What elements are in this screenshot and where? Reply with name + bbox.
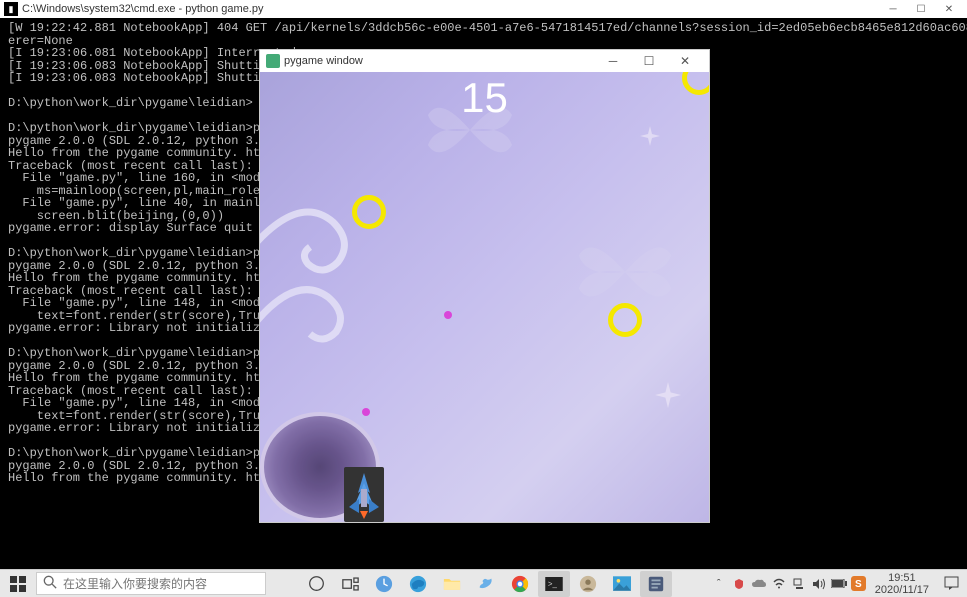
cmd-close-button[interactable]: ✕ bbox=[935, 1, 963, 17]
clock-date: 2020/11/17 bbox=[875, 584, 929, 596]
svg-text:>_: >_ bbox=[548, 579, 558, 588]
pygame-max-button[interactable]: ☐ bbox=[631, 50, 667, 72]
search-icon bbox=[43, 575, 57, 592]
taskbar-clock[interactable]: 19:51 2020/11/17 bbox=[871, 572, 933, 596]
star-deco bbox=[655, 382, 681, 413]
bullet bbox=[362, 408, 370, 416]
enemy-circle bbox=[352, 195, 386, 229]
task-view-icon[interactable] bbox=[334, 571, 366, 597]
cmd-taskbar-icon[interactable]: >_ bbox=[538, 571, 570, 597]
pygame-title: pygame window bbox=[284, 55, 595, 67]
bird-app-icon[interactable] bbox=[470, 571, 502, 597]
system-tray: ˆ S 19:51 2020/11/17 bbox=[705, 570, 967, 597]
star-deco bbox=[640, 126, 660, 151]
game-score: 15 bbox=[461, 74, 508, 122]
cmd-title: C:\Windows\system32\cmd.exe - python gam… bbox=[22, 3, 879, 15]
tray-volume-icon[interactable] bbox=[811, 576, 827, 592]
cmd-icon: ▮ bbox=[4, 2, 18, 16]
start-button[interactable] bbox=[0, 570, 36, 597]
tray-network-icon[interactable] bbox=[791, 576, 807, 592]
clock-time: 19:51 bbox=[875, 572, 929, 584]
tray-chevron-icon[interactable]: ˆ bbox=[711, 576, 727, 592]
pygame-canvas[interactable]: 15 bbox=[260, 72, 709, 522]
tray-battery-icon[interactable] bbox=[831, 576, 847, 592]
search-input[interactable] bbox=[63, 577, 259, 591]
pygame-min-button[interactable]: ─ bbox=[595, 50, 631, 72]
taskbar: >_ ˆ S 19:51 2020/11/17 bbox=[0, 569, 967, 597]
taskbar-search[interactable] bbox=[36, 572, 266, 595]
svg-text:S: S bbox=[855, 579, 862, 590]
tray-security-icon[interactable] bbox=[731, 576, 747, 592]
player-ship bbox=[344, 467, 384, 522]
notification-center-icon[interactable] bbox=[941, 574, 961, 594]
tray-wifi-icon[interactable] bbox=[771, 576, 787, 592]
explorer-icon[interactable] bbox=[436, 571, 468, 597]
bullet bbox=[444, 311, 452, 319]
cmd-max-button[interactable]: ☐ bbox=[907, 1, 935, 17]
cmd-window-controls: ─ ☐ ✕ bbox=[879, 1, 963, 17]
cmd-min-button[interactable]: ─ bbox=[879, 1, 907, 17]
pygame-close-button[interactable]: ✕ bbox=[667, 50, 703, 72]
clock-app-icon[interactable] bbox=[368, 571, 400, 597]
photos-icon[interactable] bbox=[606, 571, 638, 597]
pygame-window-controls: ─ ☐ ✕ bbox=[595, 50, 703, 72]
editor-app-icon[interactable] bbox=[640, 571, 672, 597]
pygame-titlebar[interactable]: pygame window ─ ☐ ✕ bbox=[260, 50, 709, 72]
windows-icon bbox=[10, 576, 26, 592]
enemy-circle bbox=[608, 303, 642, 337]
user-app-icon[interactable] bbox=[572, 571, 604, 597]
cortana-icon[interactable] bbox=[300, 571, 332, 597]
edge-icon[interactable] bbox=[402, 571, 434, 597]
tray-onedrive-icon[interactable] bbox=[751, 576, 767, 592]
pygame-window: pygame window ─ ☐ ✕ 15 bbox=[259, 49, 710, 523]
taskbar-apps: >_ bbox=[296, 570, 676, 597]
enemy-circle bbox=[682, 72, 709, 95]
pygame-icon bbox=[266, 54, 280, 68]
chrome-icon[interactable] bbox=[504, 571, 536, 597]
tray-ime-icon[interactable]: S bbox=[851, 576, 867, 592]
cmd-titlebar[interactable]: ▮ C:\Windows\system32\cmd.exe - python g… bbox=[0, 0, 967, 18]
